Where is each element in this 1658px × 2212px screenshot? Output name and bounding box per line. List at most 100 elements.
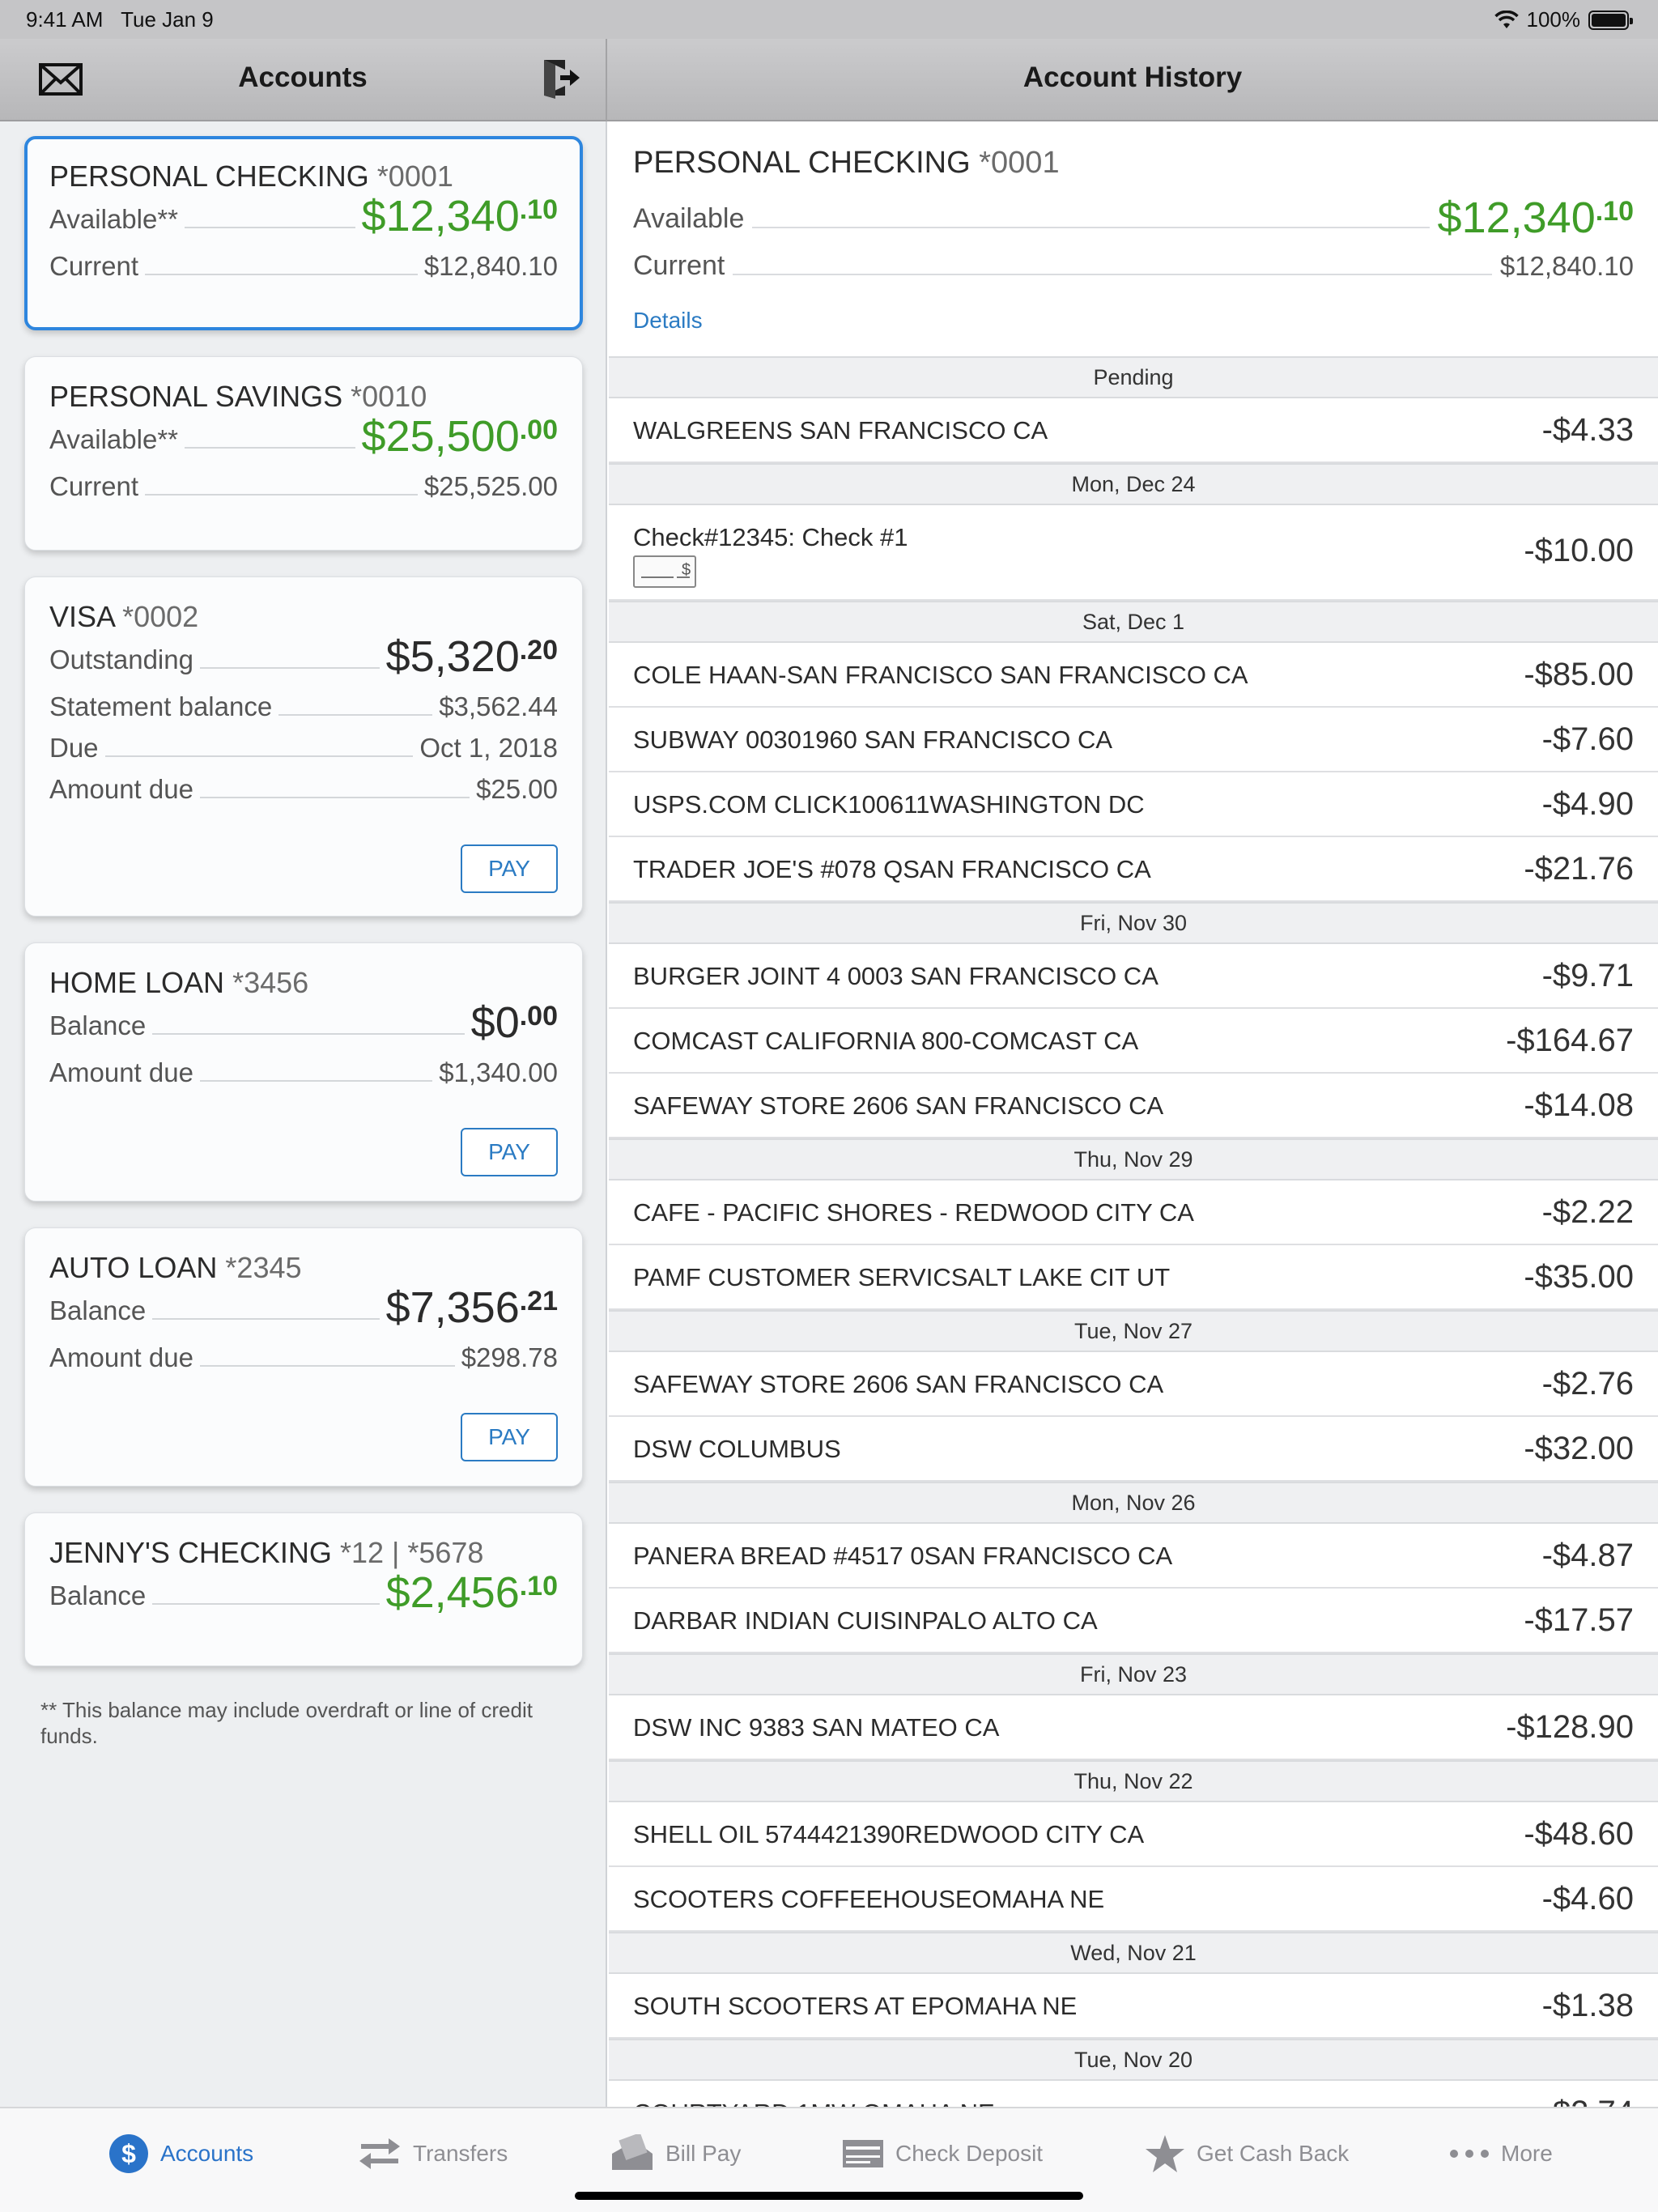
transfer-arrows-icon [359, 2138, 400, 2169]
tab-label: Bill Pay [665, 2141, 742, 2166]
transaction-row[interactable]: TRADER JOE'S #078 QSAN FRANCISCO CA -$21.… [609, 837, 1658, 902]
tab-label: Check Deposit [895, 2141, 1044, 2166]
transaction-description: USPS.COM CLICK100611WASHINGTON DC [633, 790, 1145, 819]
transaction-row[interactable]: DARBAR INDIAN CUISINPALO ALTO CA -$17.57 [609, 1589, 1658, 1653]
transaction-row[interactable]: SAFEWAY STORE 2606 SAN FRANCISCO CA -$14.… [609, 1074, 1658, 1138]
transaction-description: DSW COLUMBUS [633, 1435, 841, 1463]
account-card-home-loan[interactable]: HOME LOAN *3456 Balance $0.00 Amount due… [24, 942, 583, 1202]
transaction-row[interactable]: SAFEWAY STORE 2606 SAN FRANCISCO CA -$2.7… [609, 1352, 1658, 1417]
balance-row: Balance $2,456.10 [49, 1571, 558, 1614]
account-card-personal-checking[interactable]: PERSONAL CHECKING *0001 Available** $12,… [24, 136, 583, 330]
transaction-amount: -$17.57 [1524, 1602, 1634, 1638]
account-card-visa[interactable]: VISA *0002 Outstanding $5,320.20 Stateme… [24, 576, 583, 917]
tab-transfers[interactable]: Transfers [358, 2129, 508, 2178]
account-name: JENNY'S CHECKING *12 | *5678 [49, 1536, 484, 1569]
transaction-row[interactable]: Check#12345: Check #1 $ -$10.00 [609, 505, 1658, 601]
transaction-row[interactable]: DSW COLUMBUS -$32.00 [609, 1417, 1658, 1482]
tab-accounts[interactable]: $ Accounts [108, 2129, 253, 2178]
history-available-balance: $12,340.10 [1437, 194, 1634, 242]
transaction-description: COLE HAAN-SAN FRANCISCO SAN FRANCISCO CA [633, 661, 1248, 689]
loan-balance: $0.00 [470, 998, 558, 1047]
transaction-row[interactable]: SOUTH SCOOTERS AT EPOMAHA NE -$1.38 [609, 1974, 1658, 2039]
tab-label: More [1501, 2141, 1553, 2166]
amount-due-value: $298.78 [461, 1342, 558, 1372]
transaction-description: WALGREENS SAN FRANCISCO CA [633, 416, 1048, 445]
account-card-auto-loan[interactable]: AUTO LOAN *2345 Balance $7,356.21 Amount… [24, 1227, 583, 1487]
more-dots-icon [1450, 2150, 1489, 2158]
tab-label: Transfers [413, 2141, 508, 2166]
transaction-amount: -$2.74 [1542, 2095, 1634, 2107]
transaction-row[interactable]: PANERA BREAD #4517 0SAN FRANCISCO CA -$4.… [609, 1524, 1658, 1589]
history-current-row: Current $12,840.10 [633, 241, 1634, 287]
accounts-title: Accounts [238, 62, 368, 93]
amount-due-label: Amount due [49, 774, 193, 804]
history-current-label: Current [633, 250, 725, 281]
transaction-description: SHELL OIL 5744421390REDWOOD CITY CA [633, 1820, 1145, 1848]
tab-more[interactable]: More [1449, 2129, 1553, 2178]
transaction-row[interactable]: BURGER JOINT 4 0003 SAN FRANCISCO CA -$9.… [609, 944, 1658, 1009]
current-balance: $12,840.10 [423, 251, 558, 281]
transaction-amount: -$128.90 [1506, 1709, 1634, 1745]
account-card-personal-savings[interactable]: PERSONAL SAVINGS *0010 Available** $25,5… [24, 356, 583, 551]
due-row: Due Oct 1, 2018 [49, 726, 558, 767]
transaction-list: Pending WALGREENS SAN FRANCISCO CA -$4.33 M… [609, 356, 1658, 2107]
transaction-amount: -$14.08 [1524, 1087, 1634, 1123]
logout-icon[interactable] [541, 57, 581, 99]
transaction-description: BURGER JOINT 4 0003 SAN FRANCISCO CA [633, 962, 1158, 990]
date-section-header: Thu, Nov 29 [609, 1138, 1658, 1180]
account-card-jennys-checking[interactable]: JENNY'S CHECKING *12 | *5678 Balance $2,… [24, 1512, 583, 1666]
tab-bill-pay[interactable]: Bill Pay [610, 2129, 741, 2178]
details-link[interactable]: Details [633, 308, 703, 334]
transaction-row[interactable]: PAMF CUSTOMER SERVICSALT LAKE CIT UT -$35… [609, 1245, 1658, 1310]
date-section-header: Thu, Nov 22 [609, 1760, 1658, 1802]
statement-balance-value: $3,562.44 [439, 691, 558, 721]
balance-row: Balance $7,356.21 [49, 1283, 558, 1332]
history-account-name: PERSONAL CHECKING *0001 [633, 146, 1060, 180]
loan-balance: $7,356.21 [385, 1283, 558, 1332]
pay-button[interactable]: PAY [461, 1128, 558, 1176]
transaction-amount: -$10.00 [1524, 533, 1634, 568]
current-row: Current $25,525.00 [49, 465, 558, 505]
transaction-description: SAFEWAY STORE 2606 SAN FRANCISCO CA [633, 1370, 1164, 1398]
outstanding-balance: $5,320.20 [385, 632, 558, 681]
transaction-row[interactable]: SHELL OIL 5744421390REDWOOD CITY CA -$48.… [609, 1802, 1658, 1867]
transaction-row[interactable]: COLE HAAN-SAN FRANCISCO SAN FRANCISCO CA… [609, 643, 1658, 708]
balance-label: Balance [49, 1010, 147, 1040]
amount-due-row: Amount due $1,340.00 [49, 1051, 558, 1091]
amount-due-value: $1,340.00 [439, 1057, 558, 1087]
transaction-amount: -$85.00 [1524, 657, 1634, 692]
tab-get-cash-back[interactable]: Get Cash Back [1145, 2129, 1349, 2178]
transaction-row[interactable]: CAFE - PACIFIC SHORES - REDWOOD CITY CA -… [609, 1180, 1658, 1245]
balance-label: Balance [49, 1580, 147, 1610]
tab-check-deposit[interactable]: Check Deposit [842, 2129, 1043, 2178]
transaction-amount: -$4.33 [1541, 412, 1634, 448]
pay-button[interactable]: PAY [461, 1413, 558, 1461]
pay-button[interactable]: PAY [461, 844, 558, 893]
transaction-row[interactable]: COURTYARD 1MW OMAHA NE -$2.74 [609, 2081, 1658, 2107]
date-section-header: Mon, Nov 26 [609, 1482, 1658, 1524]
history-available-row: Available $12,340.10 [633, 194, 1634, 240]
account-name: AUTO LOAN *2345 [49, 1251, 302, 1284]
current-label: Current [49, 251, 139, 281]
check-image-icon[interactable]: $ [633, 555, 696, 588]
transaction-row[interactable]: WALGREENS SAN FRANCISCO CA -$4.33 [609, 398, 1658, 463]
transaction-row[interactable]: COMCAST CALIFORNIA 800-COMCAST CA -$164.6… [609, 1009, 1658, 1074]
transaction-description: TRADER JOE'S #078 QSAN FRANCISCO CA [633, 855, 1151, 883]
transaction-amount: -$1.38 [1541, 1988, 1634, 2023]
status-bar: 9:41 AM Tue Jan 9 100% [0, 0, 1658, 39]
transaction-amount: -$2.76 [1541, 1366, 1634, 1402]
date-section-header: Tue, Nov 20 [609, 2039, 1658, 2081]
accounts-list: PERSONAL CHECKING *0001 Available** $12,… [0, 121, 607, 2107]
transaction-amount: -$4.90 [1541, 786, 1634, 822]
transaction-description: SUBWAY 00301960 SAN FRANCISCO CA [633, 725, 1113, 754]
transaction-row[interactable]: DSW INC 9383 SAN MATEO CA -$128.90 [609, 1695, 1658, 1760]
statement-balance-row: Statement balance $3,562.44 [49, 685, 558, 725]
transaction-row[interactable]: USPS.COM CLICK100611WASHINGTON DC -$4.90 [609, 772, 1658, 837]
date-section-header: Fri, Nov 30 [609, 902, 1658, 944]
transaction-row[interactable]: SUBWAY 00301960 SAN FRANCISCO CA -$7.60 [609, 708, 1658, 772]
tab-label: Accounts [160, 2141, 254, 2166]
bill-pay-icon [612, 2134, 653, 2170]
date-section-header: Wed, Nov 21 [609, 1932, 1658, 1974]
transaction-row[interactable]: SCOOTERS COFFEEHOUSEOMAHA NE -$4.60 [609, 1867, 1658, 1932]
balance-row: Balance $0.00 [49, 998, 558, 1047]
